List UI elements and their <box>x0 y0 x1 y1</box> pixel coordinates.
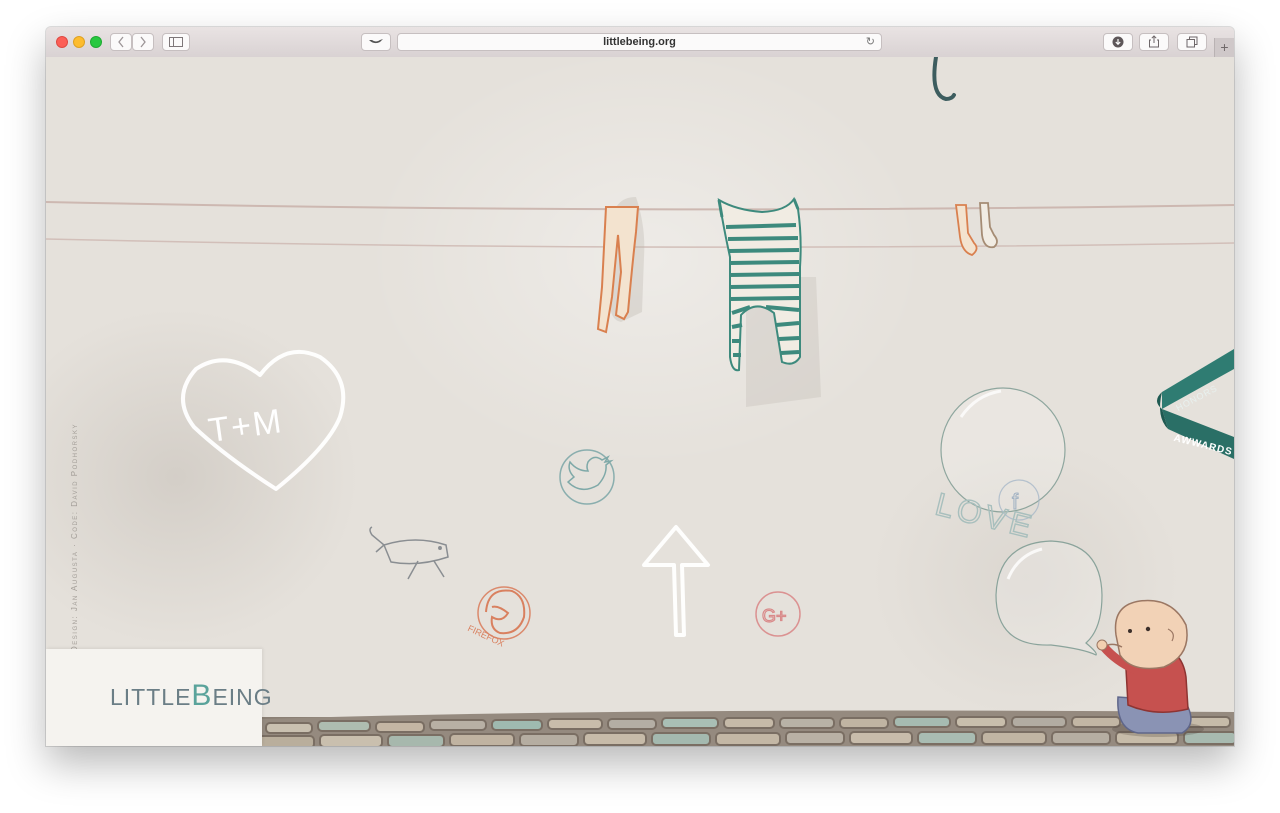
littlebeing-logo[interactable]: LITTLEBEING <box>110 679 273 713</box>
page-content: T+M FIREFOX G+ f LOVE HONORS AWWARDS Des… <box>46 57 1234 746</box>
logo-part-eing: EING <box>212 684 273 710</box>
tabs-icon <box>1186 36 1198 48</box>
hanging-hook <box>932 57 956 102</box>
zoom-window-button[interactable] <box>90 36 102 48</box>
minimize-window-button[interactable] <box>73 36 85 48</box>
browser-toolbar: littlebeing.org ↻ + <box>46 27 1234 58</box>
chevron-right-icon <box>140 36 146 48</box>
wall-scene: T+M FIREFOX G+ f LOVE <box>46 57 1234 746</box>
new-tab-button[interactable]: + <box>1214 38 1234 57</box>
chalk-arrow-drawing <box>642 525 710 637</box>
striped-onesie-drawing <box>717 196 821 407</box>
share-button[interactable] <box>1139 33 1169 51</box>
firefox-badge[interactable]: FIREFOX <box>466 586 531 649</box>
chevron-left-icon <box>118 36 124 48</box>
credits-text: Design: Jan Augusta · Code: David Podhor… <box>70 423 79 652</box>
chalk-heart-drawing: T+M <box>181 349 346 491</box>
logo-card[interactable]: LITTLEBEING <box>46 649 272 746</box>
sidebar-button[interactable] <box>162 33 190 51</box>
extension-button[interactable] <box>361 33 391 51</box>
reload-icon[interactable]: ↻ <box>866 35 875 50</box>
twitter-icon <box>566 455 614 491</box>
share-icon <box>1149 35 1159 48</box>
tabs-button[interactable] <box>1177 33 1207 51</box>
clothesline-top <box>46 201 1234 211</box>
sidebar-icon <box>169 37 183 47</box>
tights-drawing <box>596 197 645 334</box>
logo-part-b: B <box>191 679 213 712</box>
forward-button[interactable] <box>132 33 154 51</box>
firefox-label: FIREFOX <box>466 623 506 649</box>
twitter-badge[interactable] <box>559 449 615 505</box>
google-plus-badge[interactable]: G+ <box>755 591 801 637</box>
chalk-fish-drawing <box>369 526 449 580</box>
small-bubble <box>995 540 1103 656</box>
socks-drawing <box>954 202 998 256</box>
download-icon <box>1112 36 1124 48</box>
back-button[interactable] <box>110 33 132 51</box>
firefox-icon <box>485 589 526 635</box>
logo-part-little: LITTLE <box>110 684 192 710</box>
google-plus-icon: G+ <box>762 606 787 626</box>
bird-icon <box>369 39 383 44</box>
url-text: littlebeing.org <box>603 36 676 48</box>
close-window-button[interactable] <box>56 36 68 48</box>
heart-initials: T+M <box>206 402 286 450</box>
address-bar[interactable]: littlebeing.org ↻ <box>397 33 882 51</box>
download-button[interactable] <box>1103 33 1133 51</box>
browser-window: littlebeing.org ↻ + T+M FIREFOX G+ f LOV… <box>46 27 1234 746</box>
